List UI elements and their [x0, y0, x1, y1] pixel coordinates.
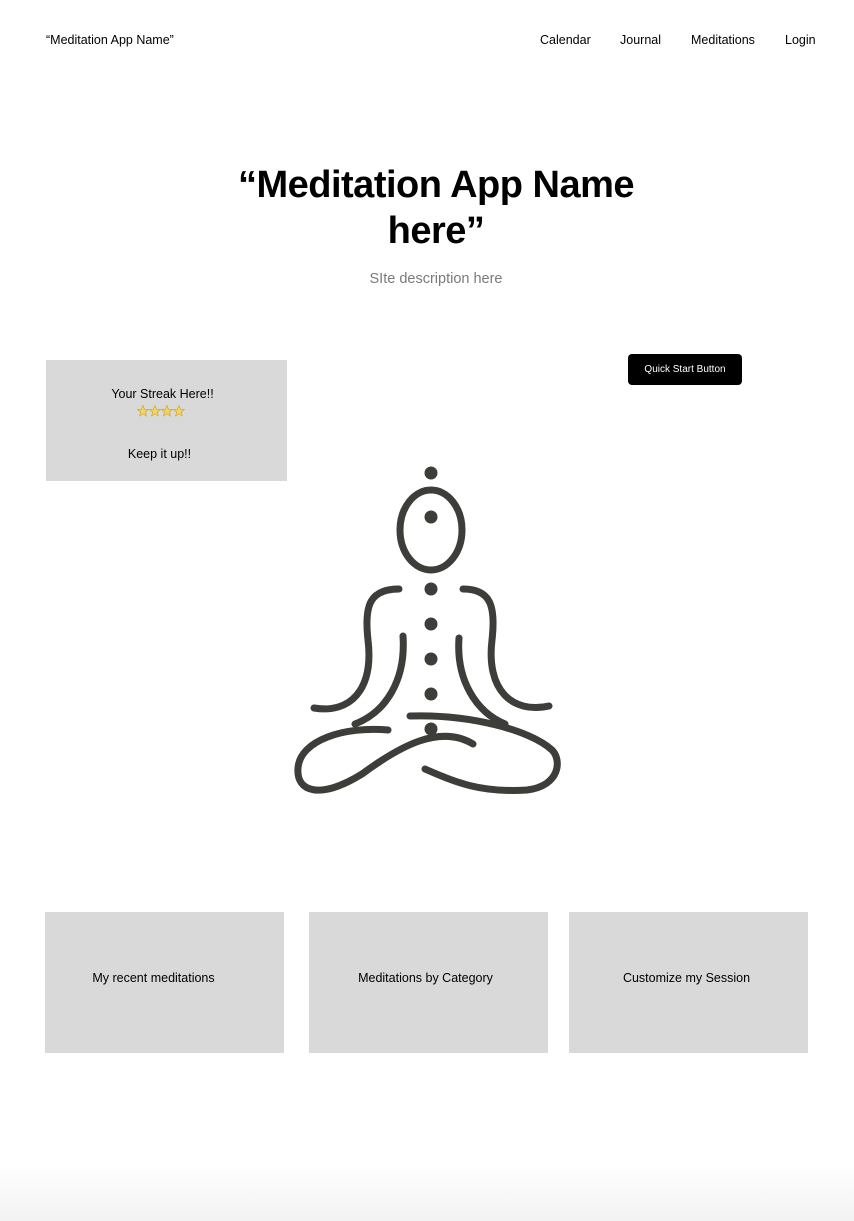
card-recent-meditations[interactable]: My recent meditations [45, 912, 284, 1053]
star-icon [137, 405, 150, 417]
site-description: SIte description here [369, 271, 503, 287]
star-icon [148, 405, 162, 417]
nav-login[interactable]: Login [785, 33, 816, 47]
streak-stars [137, 405, 185, 417]
streak-title: Your Streak Here!! [111, 387, 214, 401]
streak-message: Keep it up!! [127, 447, 192, 461]
card-meditations-by-category[interactable]: Meditations by Category [309, 912, 548, 1053]
card-customize-session[interactable]: Customize my Session [569, 912, 808, 1053]
meditation-figure-icon [294, 466, 561, 794]
card-label: Customize my Session [622, 971, 751, 985]
page-title-line-1: “Meditation App Name [237, 164, 635, 206]
quick-start-button[interactable]: Quick Start Button [628, 354, 742, 385]
nav-meditations[interactable]: Meditations [691, 33, 755, 47]
main-nav: Calendar Journal Meditations Login [0, 33, 854, 51]
page-bottom-fade [0, 1165, 854, 1221]
page-title-line-2: here” [387, 210, 485, 252]
page-title: “Meditation App Name here” [0, 162, 854, 254]
card-label: Meditations by Category [358, 971, 493, 985]
nav-journal[interactable]: Journal [620, 33, 661, 47]
nav-calendar[interactable]: Calendar [540, 33, 591, 47]
card-label: My recent meditations [92, 971, 215, 985]
star-icon [172, 405, 185, 417]
streak-card: Your Streak Here!! Keep it up!! [46, 360, 287, 481]
star-icon [160, 405, 174, 417]
